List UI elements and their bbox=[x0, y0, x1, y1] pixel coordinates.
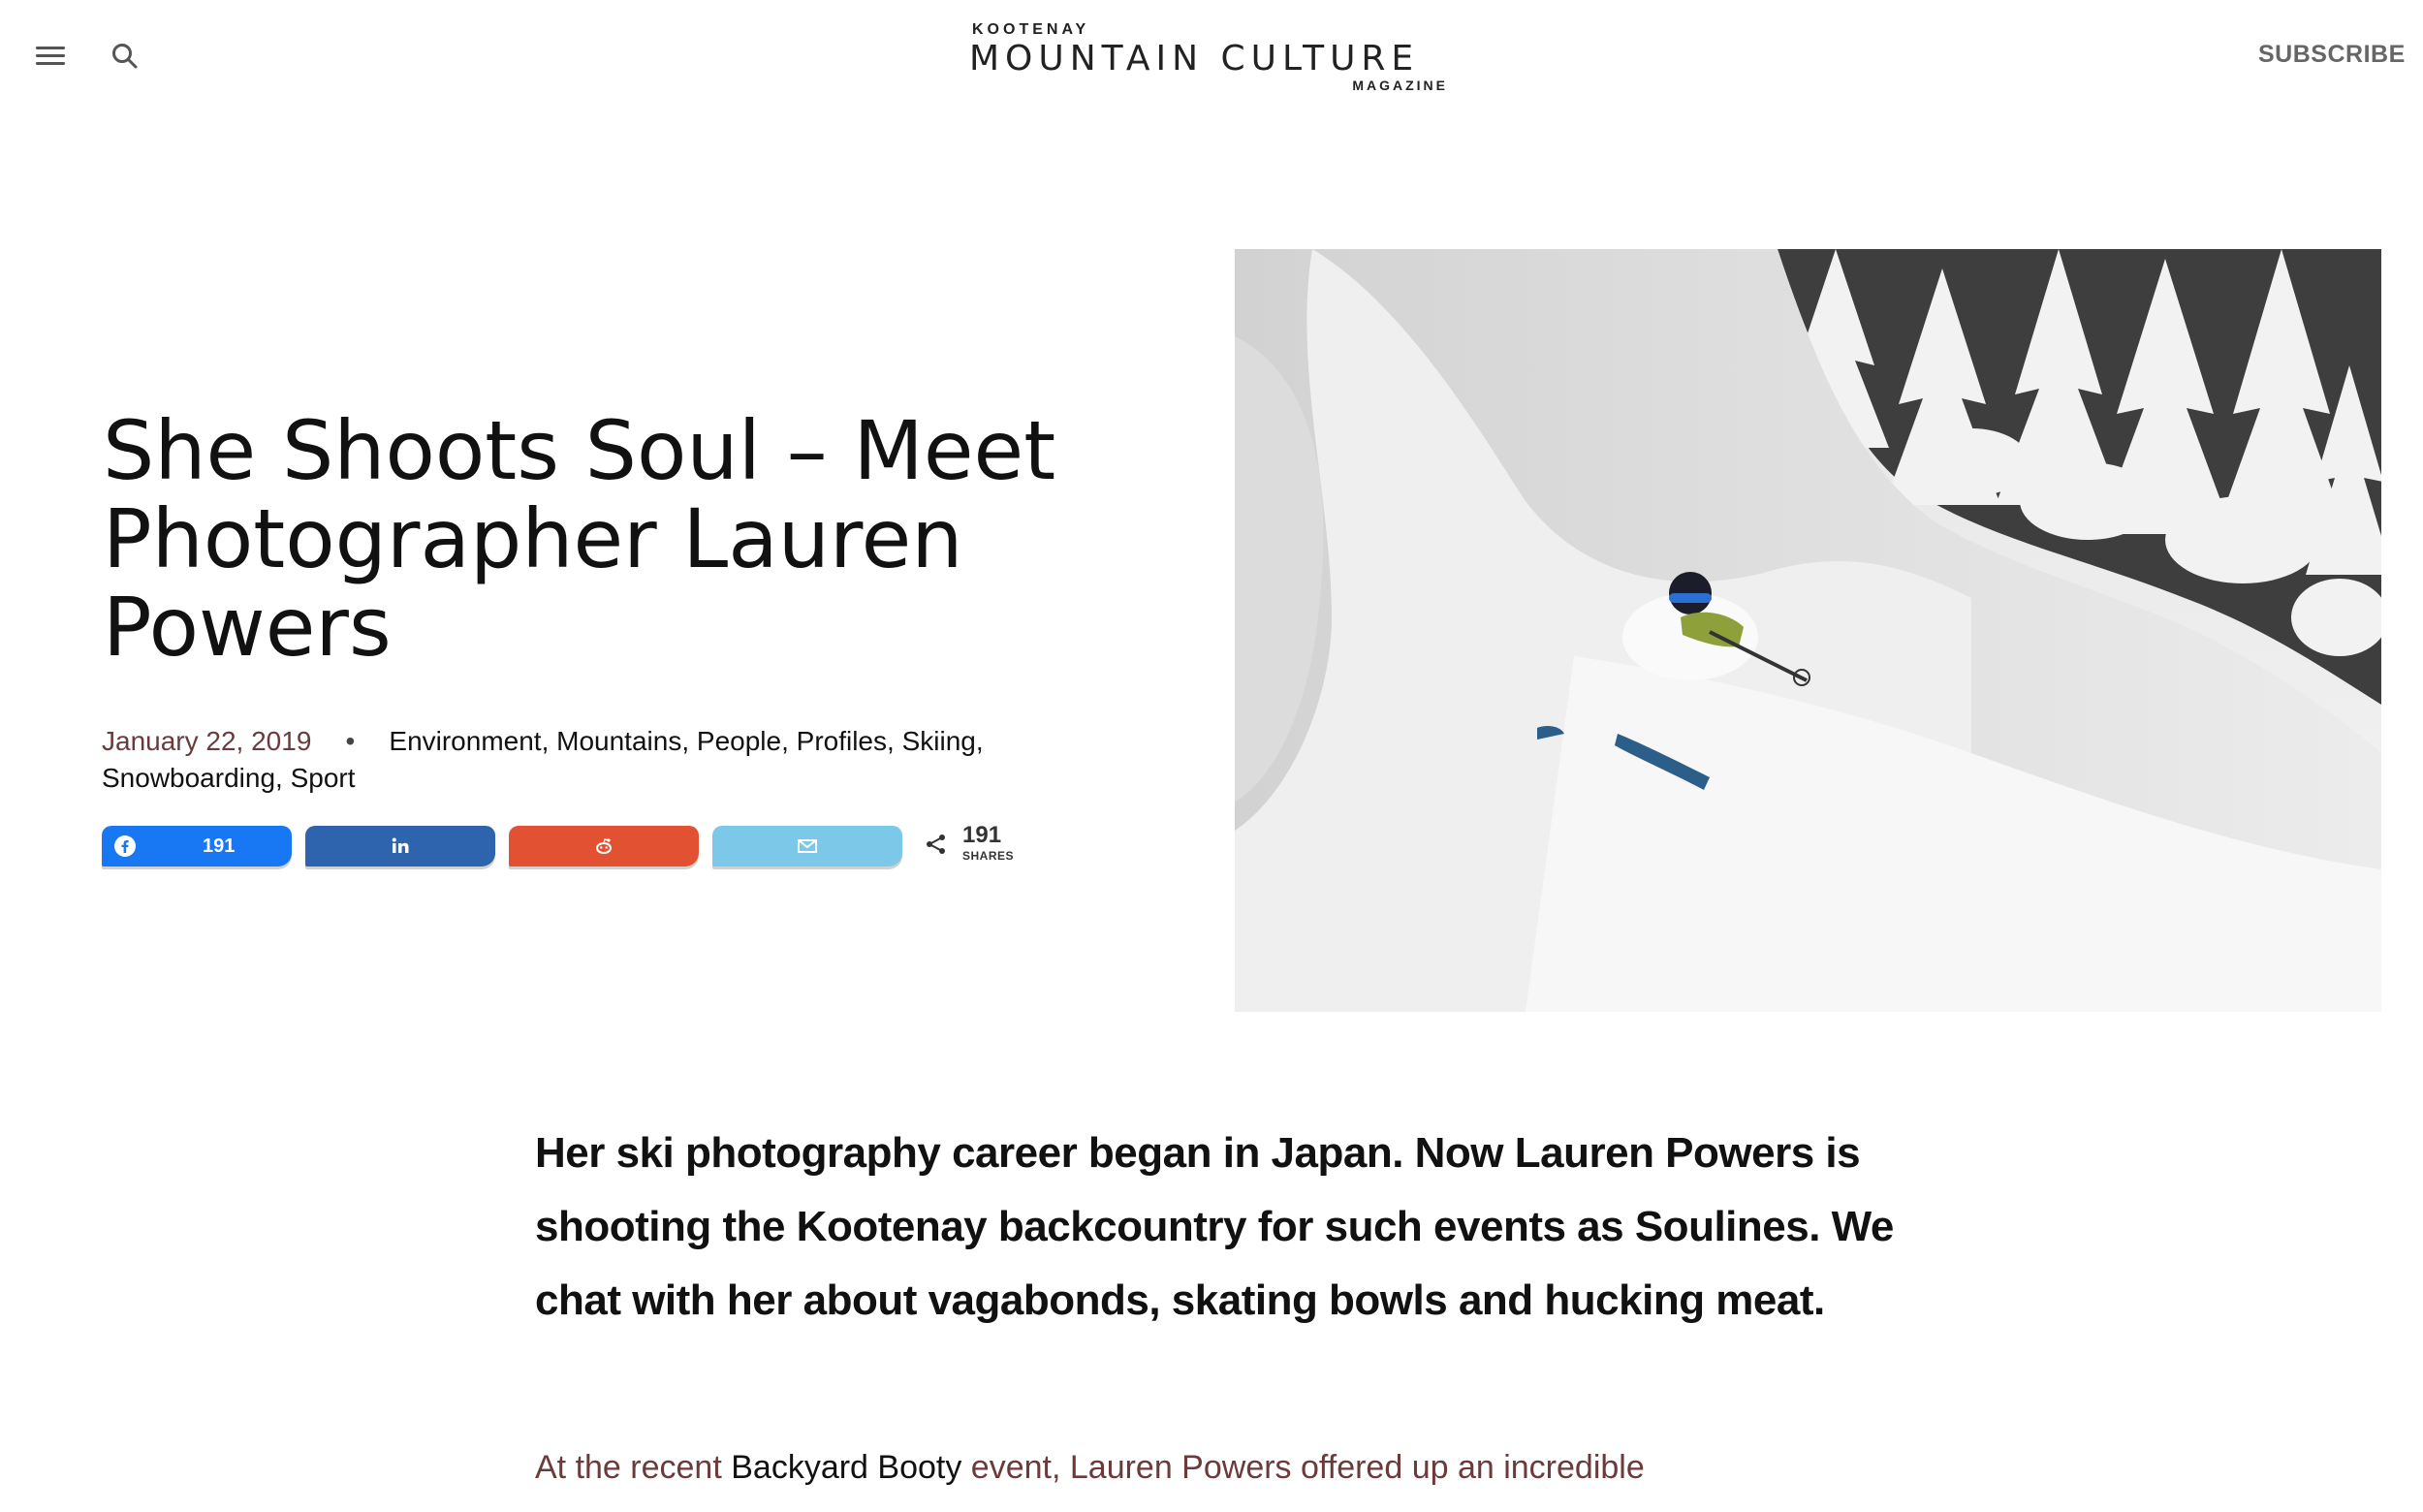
hero-photo bbox=[1235, 249, 2381, 1012]
share-buttons: 191 191 SHARES bbox=[102, 822, 1071, 868]
facebook-share-button[interactable]: 191 bbox=[102, 826, 292, 866]
logo-main-text: MOUNTAIN CULTURE bbox=[969, 39, 1420, 79]
email-share-button[interactable] bbox=[712, 826, 902, 866]
article-title: She Shoots Soul – Meet Photographer Laur… bbox=[103, 403, 1056, 675]
hamburger-menu-icon[interactable] bbox=[34, 41, 69, 70]
body-text: At the recent bbox=[535, 1449, 732, 1486]
article-body-paragraph: At the recent Backyard Booty event, Laur… bbox=[535, 1440, 1911, 1495]
total-shares: 191 SHARES bbox=[924, 822, 1040, 870]
article-lead: Her ski photography career began in Japa… bbox=[535, 1129, 1894, 1324]
logo-bottom-text: MAGAZINE bbox=[1352, 78, 1448, 93]
linkedin-icon bbox=[389, 835, 412, 858]
site-logo[interactable]: KOOTENAY MOUNTAIN CULTURE MAGAZINE bbox=[969, 19, 1454, 97]
total-shares-count: 191 bbox=[962, 822, 1002, 848]
category-link[interactable]: Profiles bbox=[797, 726, 887, 756]
facebook-icon bbox=[113, 835, 137, 858]
category-link[interactable]: People bbox=[697, 726, 781, 756]
category-link[interactable]: Snowboarding bbox=[102, 763, 275, 793]
search-icon[interactable] bbox=[110, 41, 142, 74]
article-meta: January 22, 2019 • Environment, Mountains,… bbox=[102, 723, 1129, 797]
subscribe-link[interactable]: SUBSCRIBE bbox=[2258, 41, 2406, 69]
reddit-share-button[interactable] bbox=[509, 826, 699, 866]
backyard-booty-link[interactable]: Backyard Booty bbox=[731, 1449, 961, 1486]
email-icon bbox=[796, 835, 819, 858]
linkedin-share-button[interactable] bbox=[305, 826, 495, 866]
body-text: event, Lauren Powers offered up an incre… bbox=[961, 1449, 1645, 1486]
article-date[interactable]: January 22, 2019 bbox=[102, 726, 311, 756]
share-icon bbox=[924, 832, 949, 857]
skier-in-powder-image bbox=[1235, 249, 2381, 1012]
reddit-icon bbox=[592, 835, 615, 858]
category-link[interactable]: Environment bbox=[389, 726, 541, 756]
meta-separator: • bbox=[345, 726, 356, 756]
total-shares-label: SHARES bbox=[962, 849, 1015, 863]
logo-top-text: KOOTENAY bbox=[972, 21, 1090, 38]
category-link[interactable]: Sport bbox=[291, 763, 356, 793]
facebook-share-count: 191 bbox=[203, 835, 236, 857]
category-link[interactable]: Skiing bbox=[902, 726, 976, 756]
category-link[interactable]: Mountains bbox=[556, 726, 681, 756]
